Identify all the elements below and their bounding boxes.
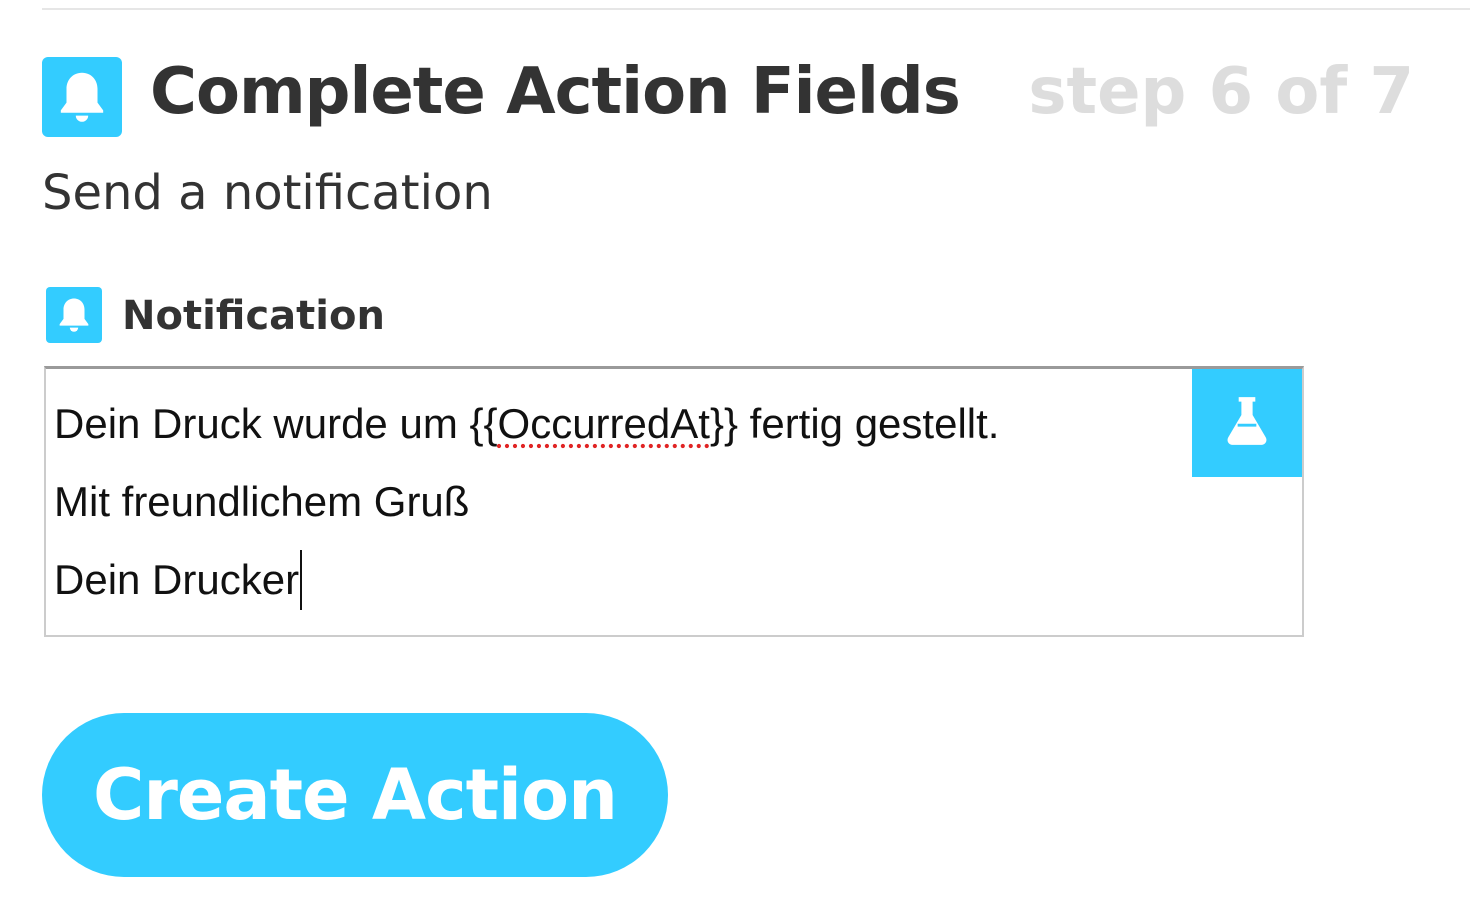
create-action-button[interactable]: Create Action bbox=[42, 713, 668, 877]
ingredient-token: OccurredAt bbox=[497, 400, 710, 447]
line-text: Dein Drucker bbox=[54, 556, 300, 603]
line-text: Dein Druck wurde um {{ bbox=[54, 400, 498, 447]
line-text: Mit freundlichem Gruß bbox=[54, 478, 470, 525]
line-text: }} fertig gestellt. bbox=[709, 400, 1000, 447]
page-title: Complete Action Fields bbox=[150, 55, 961, 129]
add-ingredient-button[interactable] bbox=[1192, 369, 1302, 477]
textarea-line: Dein Drucker bbox=[54, 541, 1184, 619]
flask-icon bbox=[1222, 394, 1272, 452]
notification-field-label: Notification bbox=[122, 293, 385, 339]
text-cursor bbox=[300, 549, 303, 610]
bell-icon bbox=[42, 57, 122, 137]
notification-textarea[interactable]: Dein Druck wurde um {{OccurredAt}} ferti… bbox=[44, 366, 1304, 637]
bell-icon bbox=[46, 287, 102, 343]
textarea-content: Dein Druck wurde um {{OccurredAt}} ferti… bbox=[54, 385, 1184, 619]
step-indicator: step 6 of 7 bbox=[1028, 55, 1414, 129]
textarea-line: Dein Druck wurde um {{OccurredAt}} ferti… bbox=[54, 385, 1184, 463]
textarea-line: Mit freundlichem Gruß bbox=[54, 463, 1184, 541]
top-divider bbox=[42, 8, 1470, 10]
action-subtitle: Send a notification bbox=[42, 165, 493, 221]
